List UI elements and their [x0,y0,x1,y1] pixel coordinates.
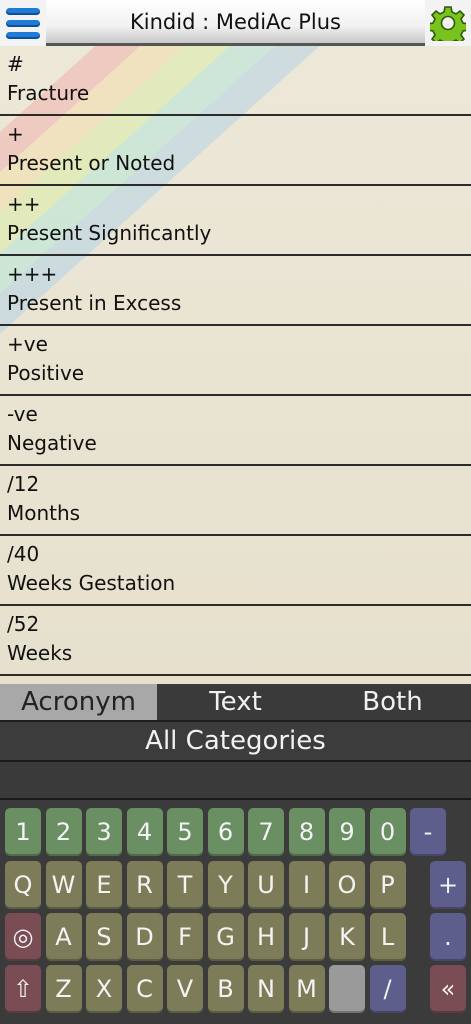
meaning-label: Positive [7,361,85,385]
key-g[interactable]: G [207,913,244,961]
gear-icon [430,6,466,41]
list-item[interactable]: /40 Weeks Gestation [0,536,471,606]
key-b[interactable]: B [207,965,244,1013]
key-x[interactable]: X [86,965,122,1013]
key-8[interactable]: 8 [288,808,325,856]
key-s[interactable]: S [86,913,122,961]
tab-acronym[interactable]: Acronym [0,684,157,720]
meaning-label: Weeks [7,641,73,665]
list-item[interactable]: ++ Present Significantly [0,186,471,256]
key-n[interactable]: N [248,965,284,1013]
acronym-label: # [7,52,24,76]
acronym-label: + [7,122,24,146]
key-3[interactable]: 3 [86,808,122,856]
shift-icon[interactable]: ⇧ [5,965,41,1013]
meaning-label: Present or Noted [7,151,176,175]
key-9[interactable]: 9 [329,808,365,856]
app-header: Kindid : MediAc Plus [0,0,471,46]
key-1[interactable]: 1 [5,808,41,856]
meaning-label: Negative [7,431,97,455]
tab-text[interactable]: Text [157,684,314,720]
list-item[interactable]: +ve Positive [0,326,471,396]
acronym-label: +++ [7,262,58,286]
hamburger-menu-icon [6,7,40,15]
acronym-label: /40 [7,542,40,566]
key-j[interactable]: J [288,913,325,961]
key-m[interactable]: M [288,965,325,1013]
list-item[interactable]: # Fracture [0,46,471,116]
key-target-icon[interactable]: ◎ [5,913,41,961]
key-5[interactable]: 5 [167,808,203,856]
acronym-label: /12 [7,472,40,496]
page-title: Kindid : MediAc Plus [46,0,425,46]
search-input[interactable] [0,762,471,800]
acronym-label: +ve [7,332,48,356]
meaning-label: Fracture [7,81,90,105]
key-minus[interactable]: - [410,808,446,856]
key-v[interactable]: V [167,965,203,1013]
acronym-label: -ve [7,402,38,426]
key-r[interactable]: R [126,861,163,909]
key-k[interactable]: K [329,913,365,961]
key-z[interactable]: Z [45,965,82,1013]
settings-button[interactable] [425,0,471,46]
meaning-label: Present Significantly [7,221,212,245]
key-i[interactable]: I [288,861,325,909]
list-item[interactable]: -ve Negative [0,396,471,466]
menu-button[interactable] [0,0,46,46]
backspace-key[interactable]: « [430,965,466,1013]
key-4[interactable]: 4 [126,808,163,856]
category-selector[interactable]: All Categories [0,722,471,762]
acronym-label: ++ [7,192,41,216]
list-item[interactable]: + Present or Noted [0,116,471,186]
acronym-label: /52 [7,612,40,636]
key-w[interactable]: W [45,861,82,909]
key-period[interactable]: . [430,913,466,961]
list-item[interactable]: /12 Months [0,466,471,536]
key-plus[interactable]: + [430,861,466,909]
key-blank[interactable] [329,965,365,1013]
key-7[interactable]: 7 [248,808,284,856]
key-y[interactable]: Y [207,861,244,909]
key-6[interactable]: 6 [207,808,244,856]
key-q[interactable]: Q [5,861,41,909]
key-p[interactable]: P [369,861,406,909]
acronym-list: # Fracture + Present or Noted ++ Present Sign… [0,46,471,676]
key-o[interactable]: O [329,861,365,909]
key-slash[interactable]: / [369,965,406,1013]
tab-both[interactable]: Both [314,684,471,720]
list-item[interactable]: /52 Weeks [0,606,471,676]
key-e[interactable]: E [86,861,122,909]
key-0[interactable]: 0 [369,808,406,856]
key-l[interactable]: L [369,913,406,961]
key-t[interactable]: T [167,861,203,909]
key-h[interactable]: H [248,913,284,961]
key-c[interactable]: C [126,965,163,1013]
meaning-label: Weeks Gestation [7,571,176,595]
meaning-label: Present in Excess [7,291,182,315]
list-item[interactable]: +++ Present in Excess [0,256,471,326]
key-u[interactable]: U [248,861,284,909]
key-2[interactable]: 2 [45,808,82,856]
custom-keyboard: 1 2 3 4 5 6 7 8 9 0- Q W E R T Y U I O P + ◎ A S D F G H J K L. ⇧ Z X C V B N… [0,800,471,1024]
meaning-label: Months [7,501,81,525]
key-f[interactable]: F [167,913,203,961]
key-d[interactable]: D [126,913,163,961]
key-a[interactable]: A [45,913,82,961]
view-tabs: Acronym Text Both [0,684,471,722]
